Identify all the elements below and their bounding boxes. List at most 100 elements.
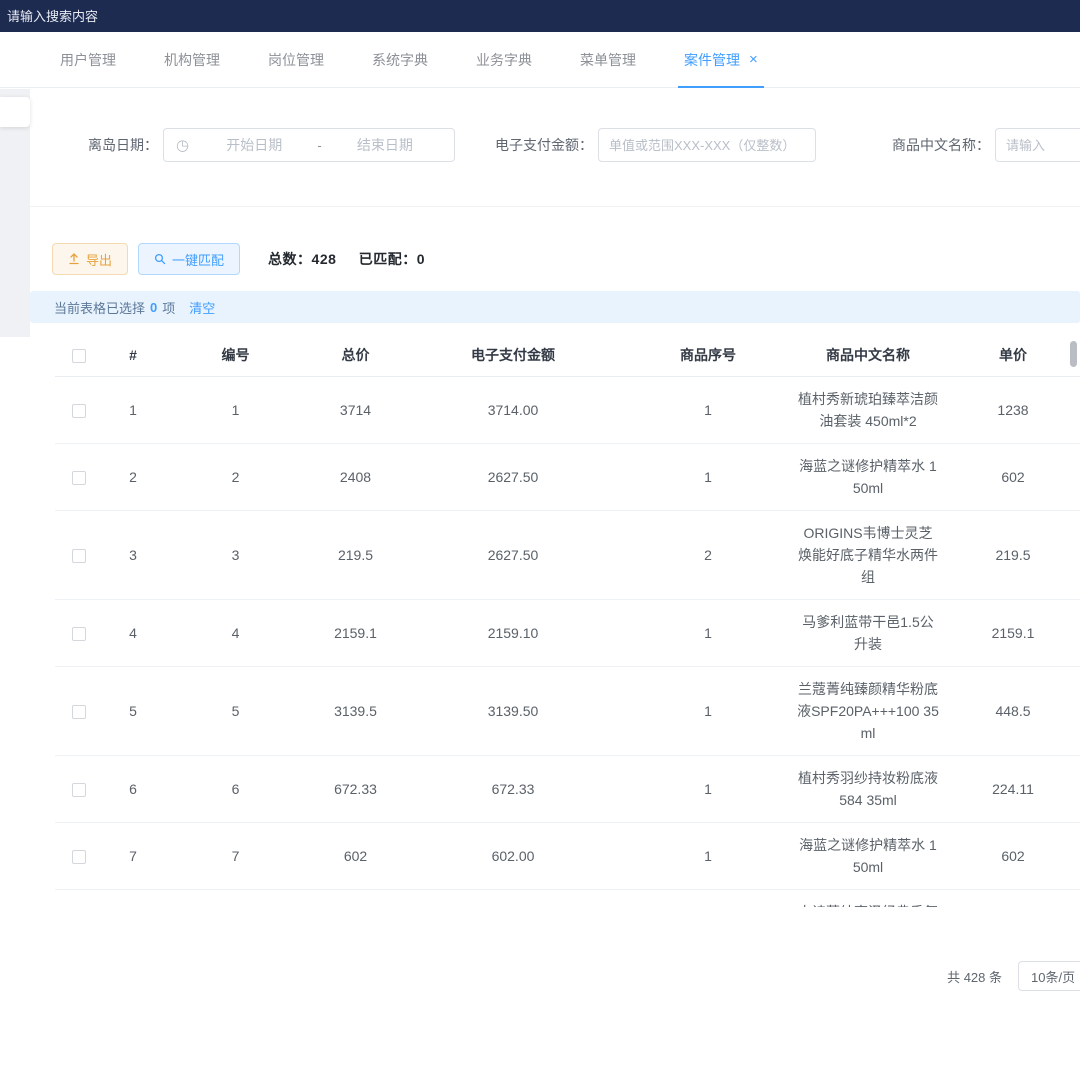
collapse-panel-button[interactable] [0,97,30,127]
tab-2[interactable]: 机构管理 [164,32,220,87]
selection-text-suffix: 项 [162,298,175,317]
cell-code: 3 [163,510,308,599]
cell-unit_price: 434.2 [943,889,1080,907]
cell-code: 7 [163,822,308,889]
cell-code: 2 [163,443,308,510]
table-body: 1137143714.001植村秀新琥珀臻萃洁颜油套装 450ml*212382… [55,376,1080,907]
pagination-total: 共 428 条 [947,967,1002,986]
table-row: 77602602.001海蓝之谜修护精萃水 150ml602 [55,822,1080,889]
one-click-match-button[interactable]: 一键匹配 [138,243,240,275]
cell-total: 3714 [308,376,403,443]
cell-unit_price: 602 [943,443,1080,510]
cell-total: 219.5 [308,510,403,599]
cell-epay: 672.33 [403,755,623,822]
column-header: 编号 [163,335,308,376]
row-checkbox[interactable] [72,471,86,485]
data-table: #编号总价电子支付金额商品序号商品中文名称单价 1137143714.001植村… [55,335,1080,907]
export-icon [68,253,80,265]
column-header: 单价 [943,335,1080,376]
cell-total: 1302.6 [308,889,403,907]
global-search-bar [0,0,1080,32]
match-button-label: 一键匹配 [172,250,224,269]
row-checkbox[interactable] [72,850,86,864]
clear-selection-button[interactable]: 清空 [189,298,215,317]
tab-label: 案件管理 [684,50,740,70]
date-start-input[interactable]: 开始日期 [195,135,313,155]
row-checkbox[interactable] [72,783,86,797]
table-row: 1137143714.001植村秀新琥珀臻萃洁颜油套装 450ml*21238 [55,376,1080,443]
cell-seq: 2 [623,510,793,599]
tab-3[interactable]: 岗位管理 [268,32,324,87]
matched-value: 0 [417,251,425,267]
table-row: 442159.12159.101马爹利蓝带干邑1.5公升装2159.1 [55,599,1080,666]
cell-total: 3139.5 [308,666,403,755]
cell-name: 植村秀羽纱持妆粉底液 584 35ml [793,755,943,822]
cell-name: 海蓝之谜修护精萃水 150ml [793,822,943,889]
export-button[interactable]: 导出 [52,243,128,275]
header-checkbox[interactable] [72,349,86,363]
date-end-input[interactable]: 结束日期 [326,135,444,155]
row-checkbox[interactable] [72,549,86,563]
column-header: # [103,335,163,376]
table-header-row: #编号总价电子支付金额商品序号商品中文名称单价 [55,335,1080,376]
cell-index: 3 [103,510,163,599]
cell-seq: 1 [623,889,793,907]
row-checkbox[interactable] [72,627,86,641]
cell-unit_price: 224.11 [943,755,1080,822]
epay-amount-label: 电子支付金额： [495,135,593,155]
matched-label: 已匹配： [359,251,417,267]
tab-1[interactable]: 用户管理 [60,32,116,87]
tab-close-icon[interactable]: × [749,52,758,67]
total-value: 428 [312,251,337,267]
cell-name: 马爹利蓝带干邑1.5公升装 [793,599,943,666]
cell-name: 兰蔻菁纯臻颜精华粉底液SPF20PA+++100 35ml [793,666,943,755]
cell-unit_price: 1238 [943,376,1080,443]
scrollbar-thumb[interactable] [1070,341,1077,367]
tab-label: 菜单管理 [580,50,636,70]
tab-7[interactable]: 案件管理 × [684,32,758,87]
cell-code: 8 [163,889,308,907]
cell-unit_price: 2159.1 [943,599,1080,666]
cell-total: 602 [308,822,403,889]
epay-amount-input[interactable] [598,128,816,162]
cell-total: 2408 [308,443,403,510]
toolbar: 导出 一键匹配 总数：428 已匹配：0 [52,243,1080,275]
pagination: 共 428 条 10条/页 [0,961,1080,991]
page-size-value: 10条/页 [1031,967,1075,986]
global-search-input[interactable] [0,9,320,24]
cell-code: 4 [163,599,308,666]
cell-epay: 1302.60 [403,889,623,907]
tab-label: 业务字典 [476,50,532,70]
row-checkbox[interactable] [72,705,86,719]
tab-6[interactable]: 菜单管理 [580,32,636,87]
tab-bar: 用户管理 机构管理 岗位管理 系统字典 业务字典 菜单管理 案件管理 × [0,32,1080,88]
filter-epay-amount: 电子支付金额： [495,128,816,162]
filter-product-name: 商品中文名称： [892,128,1080,162]
date-range-separator: - [317,138,321,153]
date-range-picker[interactable]: ◷ 开始日期 - 结束日期 [163,128,455,162]
cell-seq: 1 [623,376,793,443]
tab-4[interactable]: 系统字典 [372,32,428,87]
table-container: #编号总价电子支付金额商品序号商品中文名称单价 1137143714.001植村… [55,335,1080,907]
tab-label: 岗位管理 [268,50,324,70]
product-name-input[interactable] [995,128,1080,162]
cell-epay: 2627.50 [403,443,623,510]
cell-index: 4 [103,599,163,666]
tab-5[interactable]: 业务字典 [476,32,532,87]
table-row: 66672.33672.331植村秀羽纱持妆粉底液 584 35ml224.11 [55,755,1080,822]
clock-icon: ◷ [176,136,189,154]
cell-unit_price: 219.5 [943,510,1080,599]
cell-index: 8 [103,889,163,907]
page-size-select[interactable]: 10条/页 [1018,961,1080,991]
cell-index: 1 [103,376,163,443]
cell-seq: 1 [623,666,793,755]
cell-epay: 3139.50 [403,666,623,755]
table-row: 2224082627.501海蓝之谜修护精萃水 150ml602 [55,443,1080,510]
cell-epay: 2627.50 [403,510,623,599]
tab-label: 机构管理 [164,50,220,70]
total-label: 总数： [268,251,312,267]
cell-index: 6 [103,755,163,822]
column-header: 商品序号 [623,335,793,376]
row-checkbox[interactable] [72,404,86,418]
cell-unit_price: 602 [943,822,1080,889]
